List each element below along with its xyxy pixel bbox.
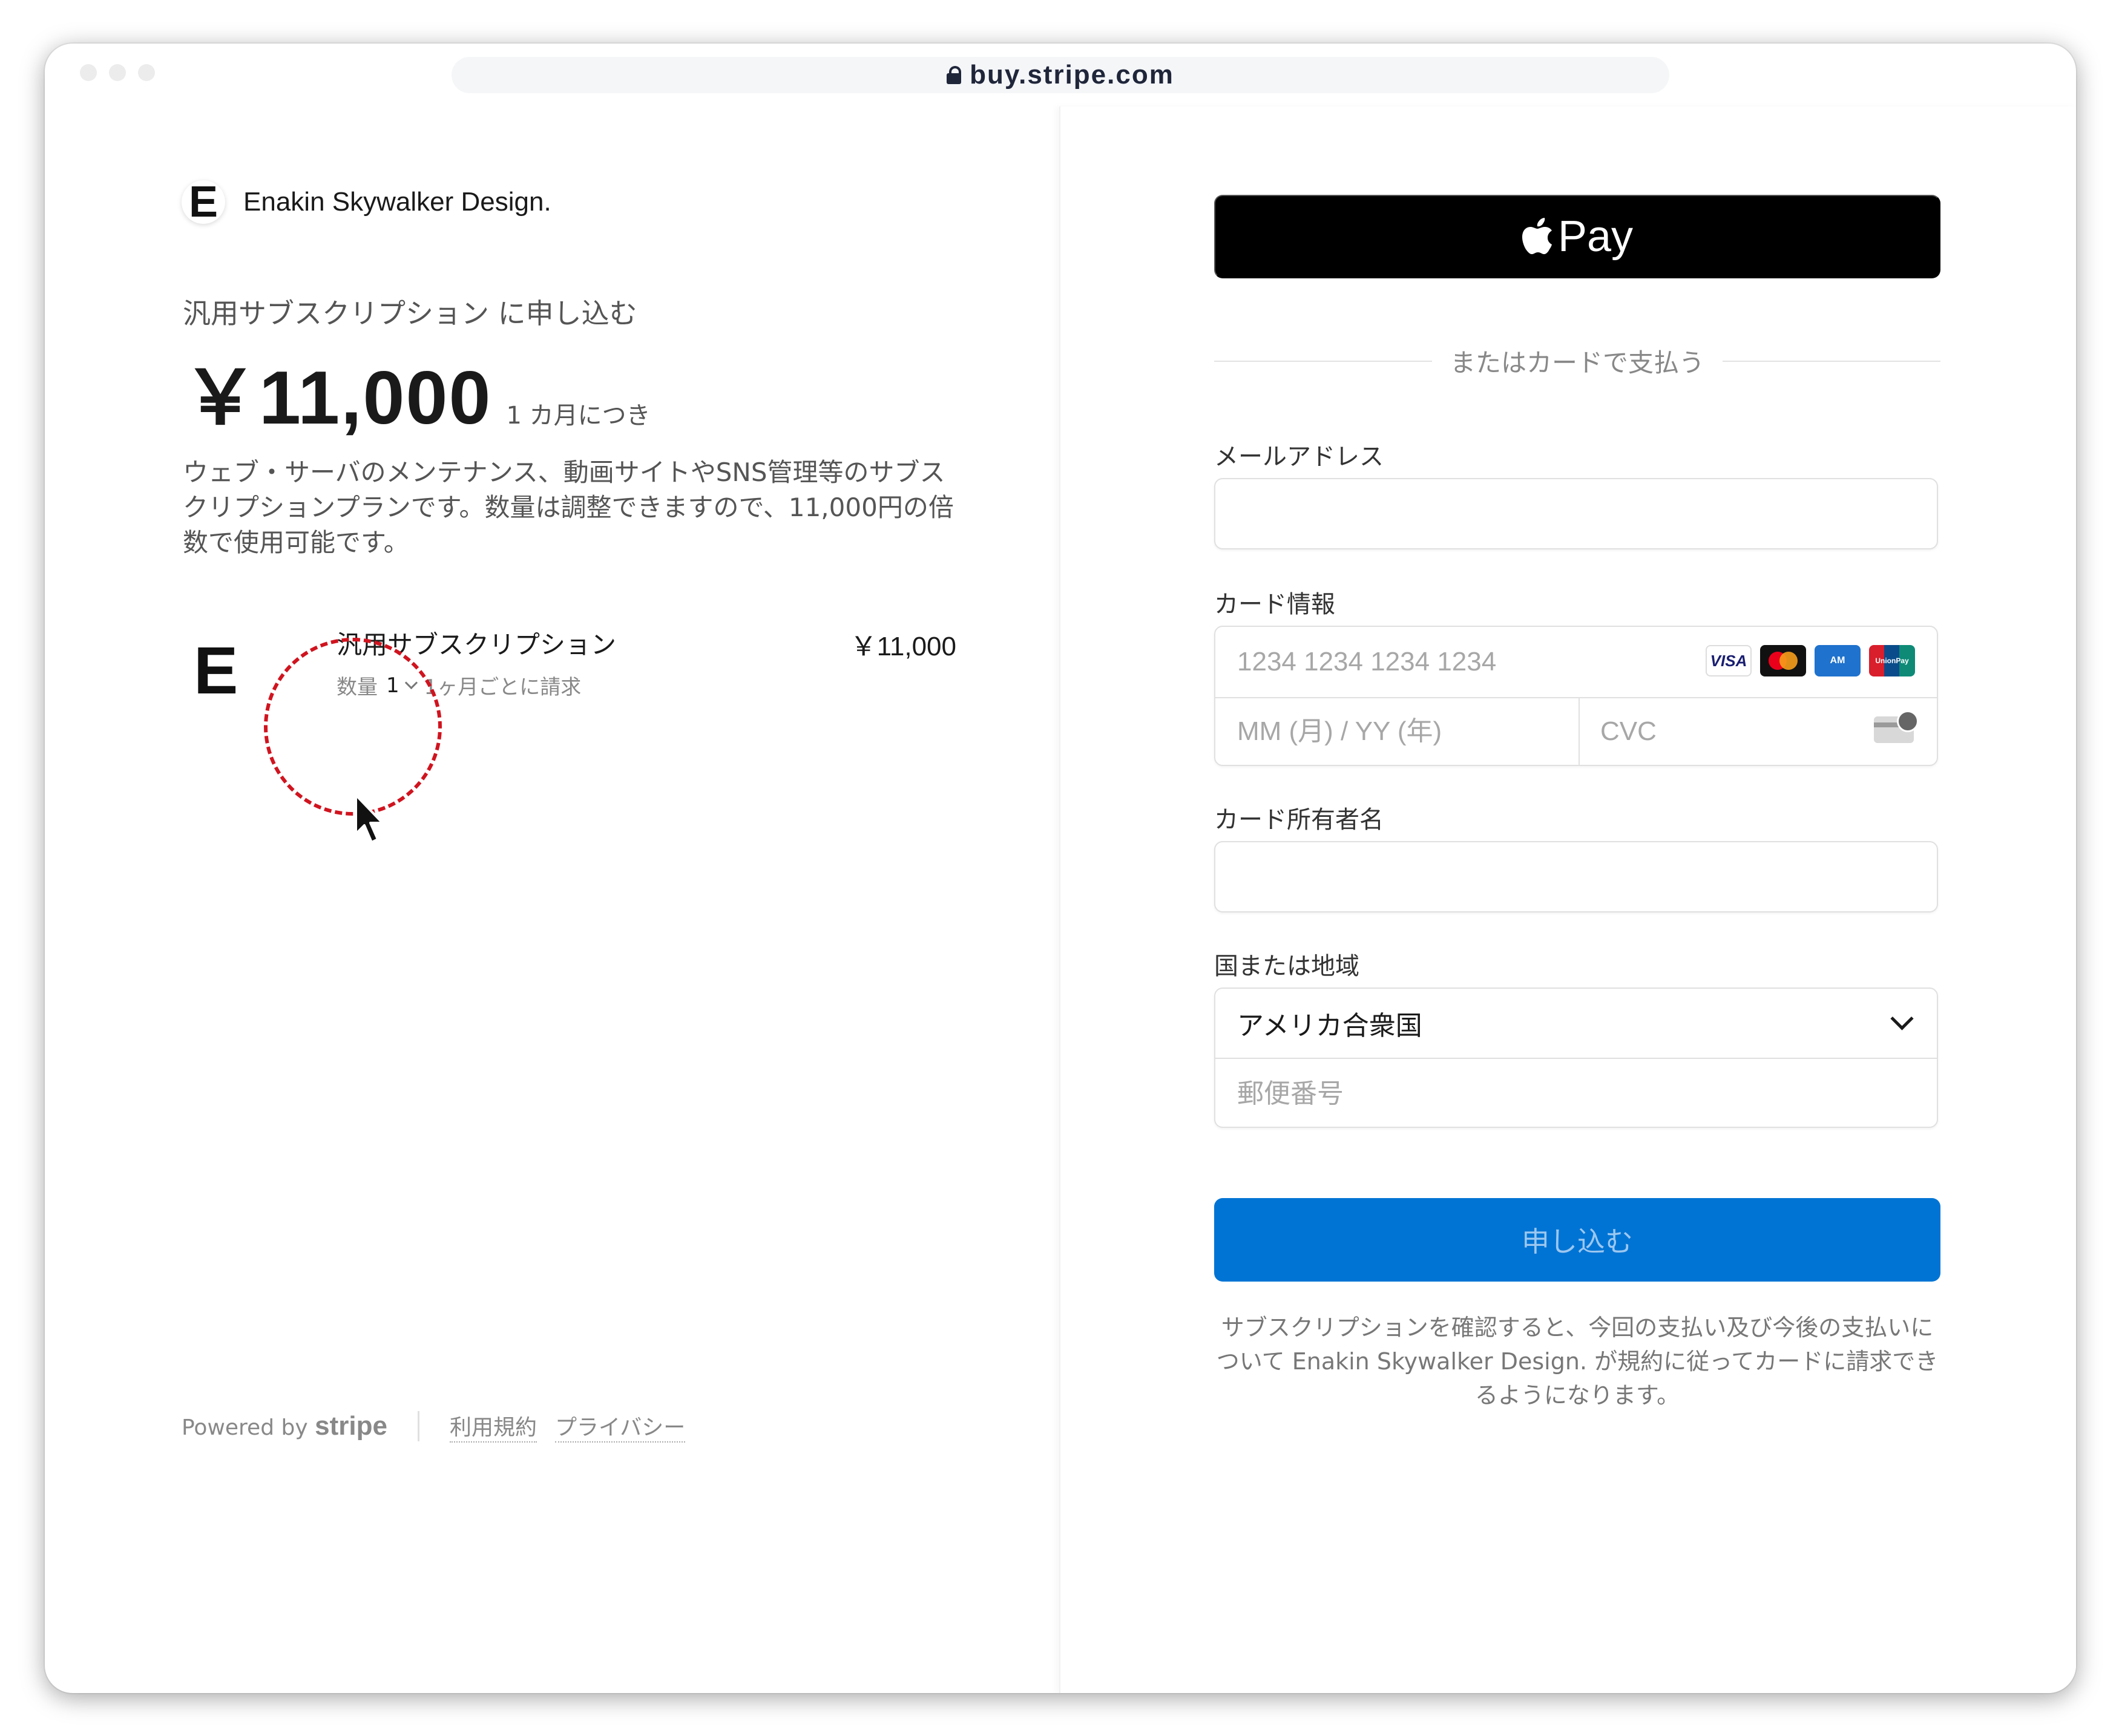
billing-frequency: 1ヶ月ごとに請求 [424, 675, 582, 699]
mastercard-icon [1760, 645, 1806, 676]
terms-link[interactable]: 利用規約 [449, 1410, 537, 1443]
postal-row [1215, 1059, 1937, 1128]
highlight-circle [264, 638, 442, 816]
apple-pay-label: Pay [1557, 212, 1634, 261]
country-select[interactable]: アメリカ合衆国 [1215, 989, 1937, 1059]
unionpay-icon: UnionPay [1869, 645, 1915, 676]
country-label: 国または地域 [1214, 952, 1359, 980]
lock-icon [947, 66, 962, 84]
card-cvc-cell [1579, 697, 1937, 766]
stripe-logo: stripe [315, 1411, 387, 1441]
close-window-dot[interactable] [80, 64, 97, 81]
address-bar[interactable]: buy.stripe.com [452, 57, 1669, 93]
apple-pay-button[interactable]: Pay [1214, 195, 1940, 278]
footer: Powered by stripe 利用規約 プライバシー [182, 1410, 686, 1443]
email-field[interactable] [1215, 479, 1937, 548]
powered-by: Powered by stripe [182, 1411, 387, 1441]
card-number-row: VISA AM UnionPay [1215, 627, 1937, 698]
cardholder-label: カード所有者名 [1214, 806, 1384, 834]
card-expiry-input[interactable] [1215, 697, 1579, 766]
visa-icon: VISA [1706, 645, 1752, 676]
price-row: ￥11,000 1 カ月につき [183, 336, 651, 445]
card-expiry-cell [1215, 697, 1580, 766]
address-box: アメリカ合衆国 [1214, 988, 1938, 1128]
postal-code-input[interactable] [1215, 1059, 1937, 1128]
line-item-logo: E [194, 634, 238, 708]
cardholder-name-field[interactable] [1215, 842, 1937, 911]
amex-icon: AM [1815, 645, 1861, 676]
divider-text: またはカードで支払う [1450, 348, 1705, 378]
minimize-window-dot[interactable] [109, 64, 126, 81]
card-brands: VISA AM UnionPay [1706, 645, 1915, 676]
email-label: メールアドレス [1214, 443, 1384, 471]
pay-divider: またはカードで支払う [1214, 342, 1941, 379]
divider-line-right [1723, 360, 1941, 362]
cursor-icon [355, 794, 384, 843]
footer-divider [417, 1411, 419, 1441]
card-cvc-input[interactable] [1579, 697, 1845, 766]
subscribe-button[interactable]: 申し込む [1214, 1198, 1940, 1282]
billing-period: 1 カ月につき [506, 402, 651, 430]
merchant-header: E Enakin Skywalker Design. [182, 180, 551, 224]
apple-logo-icon [1522, 218, 1552, 254]
divider-line-left [1214, 360, 1432, 362]
merchant-name: Enakin Skywalker Design. [243, 187, 551, 217]
cardholder-field-wrapper [1214, 841, 1938, 912]
product-description: ウェブ・サーバのメンテナンス、動画サイトやSNS管理等のサブスクリプションプラン… [183, 457, 954, 557]
powered-by-text: Powered by [182, 1415, 308, 1440]
card-number-input[interactable] [1215, 627, 1675, 697]
maximize-window-dot[interactable] [138, 64, 155, 81]
total-price: ￥11,000 [183, 356, 492, 440]
country-value: アメリカ合衆国 [1237, 1010, 1422, 1041]
cvc-card-icon [1874, 710, 1919, 743]
line-item-price: ￥11,000 [850, 632, 956, 661]
chevron-down-icon [1890, 1007, 1914, 1030]
subscribe-label: 汎用サブスクリプション に申し込む [183, 297, 637, 330]
privacy-link[interactable]: プライバシー [554, 1410, 686, 1443]
legal-notice: サブスクリプションを確認すると、今回の支払い及び今後の支払いについて Enaki… [1216, 1314, 1939, 1409]
window-controls [80, 64, 155, 81]
card-info-box: VISA AM UnionPay [1214, 626, 1938, 766]
order-summary-panel: E Enakin Skywalker Design. 汎用サブスクリプション に… [45, 106, 1059, 1693]
url-text: buy.stripe.com [970, 60, 1174, 90]
merchant-logo: E [182, 180, 225, 224]
email-field-wrapper [1214, 478, 1938, 549]
card-info-label: カード情報 [1214, 591, 1335, 618]
